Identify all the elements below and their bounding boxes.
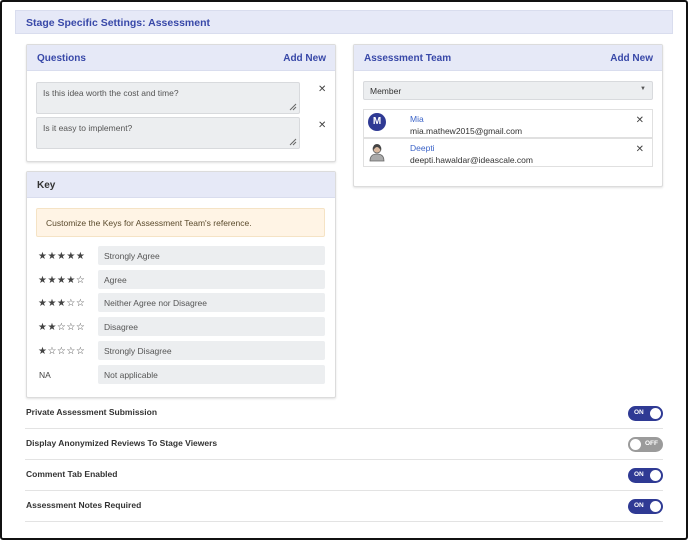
page-header: Stage Specific Settings: Assessment xyxy=(15,10,673,34)
rating-na: NA xyxy=(39,370,51,380)
remove-question-button[interactable]: ✕ xyxy=(318,85,326,95)
rating-1-star: ★☆☆☆☆ xyxy=(38,346,86,357)
member-email: deepti.hawaldar@ideascale.com xyxy=(410,155,533,165)
comment-tab-toggle[interactable]: ON xyxy=(628,468,663,483)
toggle-knob xyxy=(650,501,661,512)
key-label-field[interactable]: Disagree xyxy=(98,317,325,336)
member-email: mia.mathew2015@gmail.com xyxy=(410,126,523,136)
key-label-text: Strongly Disagree xyxy=(104,346,172,356)
question-field[interactable]: Is this idea worth the cost and time? xyxy=(36,82,300,114)
toggle-knob xyxy=(650,470,661,481)
question-field[interactable]: Is it easy to implement? xyxy=(36,117,300,149)
avatar: M xyxy=(368,113,386,131)
resize-handle-icon[interactable] xyxy=(288,102,297,111)
key-label-field[interactable]: Agree xyxy=(98,270,325,289)
rating-2-stars: ★★☆☆☆ xyxy=(38,322,86,333)
remove-question-button[interactable]: ✕ xyxy=(318,121,326,131)
remove-member-button[interactable]: ✕ xyxy=(636,115,644,126)
team-member-item: Deepti deepti.hawaldar@ideascale.com ✕ xyxy=(363,138,653,167)
setting-comment-tab: Comment Tab Enabled ON xyxy=(25,460,663,491)
toggle-knob xyxy=(630,439,641,450)
setting-label: Assessment Notes Required xyxy=(26,500,142,510)
assessment-team-header: Assessment Team Add New xyxy=(354,45,662,71)
assessment-team-card: Assessment Team Add New Member ▼ M Mia m… xyxy=(353,44,663,187)
key-label-text: Agree xyxy=(104,275,127,285)
key-label-text: Strongly Agree xyxy=(104,251,160,261)
private-assessment-toggle[interactable]: ON xyxy=(628,406,663,421)
role-select[interactable]: Member ▼ xyxy=(363,81,653,100)
add-member-button[interactable]: Add New xyxy=(610,53,653,64)
assessment-team-title: Assessment Team xyxy=(364,53,452,64)
rating-4-stars: ★★★★☆ xyxy=(38,275,86,286)
rating-5-stars: ★★★★★ xyxy=(38,251,86,262)
page-title: Stage Specific Settings: Assessment xyxy=(26,17,211,29)
key-label-text: Not applicable xyxy=(104,370,158,380)
key-label-field[interactable]: Neither Agree nor Disagree xyxy=(98,293,325,312)
question-text: Is it easy to implement? xyxy=(43,123,133,133)
setting-private-assessment: Private Assessment Submission ON xyxy=(25,398,663,429)
toggle-state: ON xyxy=(634,471,644,478)
question-text: Is this idea worth the cost and time? xyxy=(43,88,179,98)
member-name-link[interactable]: Mia xyxy=(410,114,424,124)
key-title: Key xyxy=(37,180,56,191)
key-header: Key xyxy=(27,172,335,198)
questions-title: Questions xyxy=(37,53,86,64)
key-notice-text: Customize the Keys for Assessment Team's… xyxy=(46,218,252,228)
setting-label: Private Assessment Submission xyxy=(26,407,158,417)
role-select-value: Member xyxy=(370,86,402,96)
toggle-state: ON xyxy=(634,409,644,416)
notes-required-toggle[interactable]: ON xyxy=(628,499,663,514)
key-card: Key Customize the Keys for Assessment Te… xyxy=(26,171,336,398)
key-label-field[interactable]: Not applicable xyxy=(98,365,325,384)
chevron-down-icon: ▼ xyxy=(640,86,646,92)
toggle-state: ON xyxy=(634,502,644,509)
member-name-link[interactable]: Deepti xyxy=(410,143,435,153)
remove-member-button[interactable]: ✕ xyxy=(636,144,644,155)
team-member-item: M Mia mia.mathew2015@gmail.com ✕ xyxy=(363,109,653,138)
questions-card: Questions Add New Is this idea worth the… xyxy=(26,44,336,162)
key-label-text: Neither Agree nor Disagree xyxy=(104,298,208,308)
setting-notes-required: Assessment Notes Required ON xyxy=(25,491,663,522)
user-avatar-icon xyxy=(369,144,385,162)
setting-anonymized-reviews: Display Anonymized Reviews To Stage View… xyxy=(25,429,663,460)
anonymized-reviews-toggle[interactable]: OFF xyxy=(628,437,663,452)
setting-label: Display Anonymized Reviews To Stage View… xyxy=(26,438,218,448)
toggle-state: OFF xyxy=(645,440,658,447)
key-label-field[interactable]: Strongly Agree xyxy=(98,246,325,265)
add-question-button[interactable]: Add New xyxy=(283,53,326,64)
toggle-knob xyxy=(650,408,661,419)
resize-handle-icon[interactable] xyxy=(288,137,297,146)
questions-header: Questions Add New xyxy=(27,45,335,71)
rating-3-stars: ★★★☆☆ xyxy=(38,298,86,309)
key-notice: Customize the Keys for Assessment Team's… xyxy=(36,208,325,237)
key-label-field[interactable]: Strongly Disagree xyxy=(98,341,325,360)
key-label-text: Disagree xyxy=(104,322,139,332)
setting-label: Comment Tab Enabled xyxy=(26,469,118,479)
